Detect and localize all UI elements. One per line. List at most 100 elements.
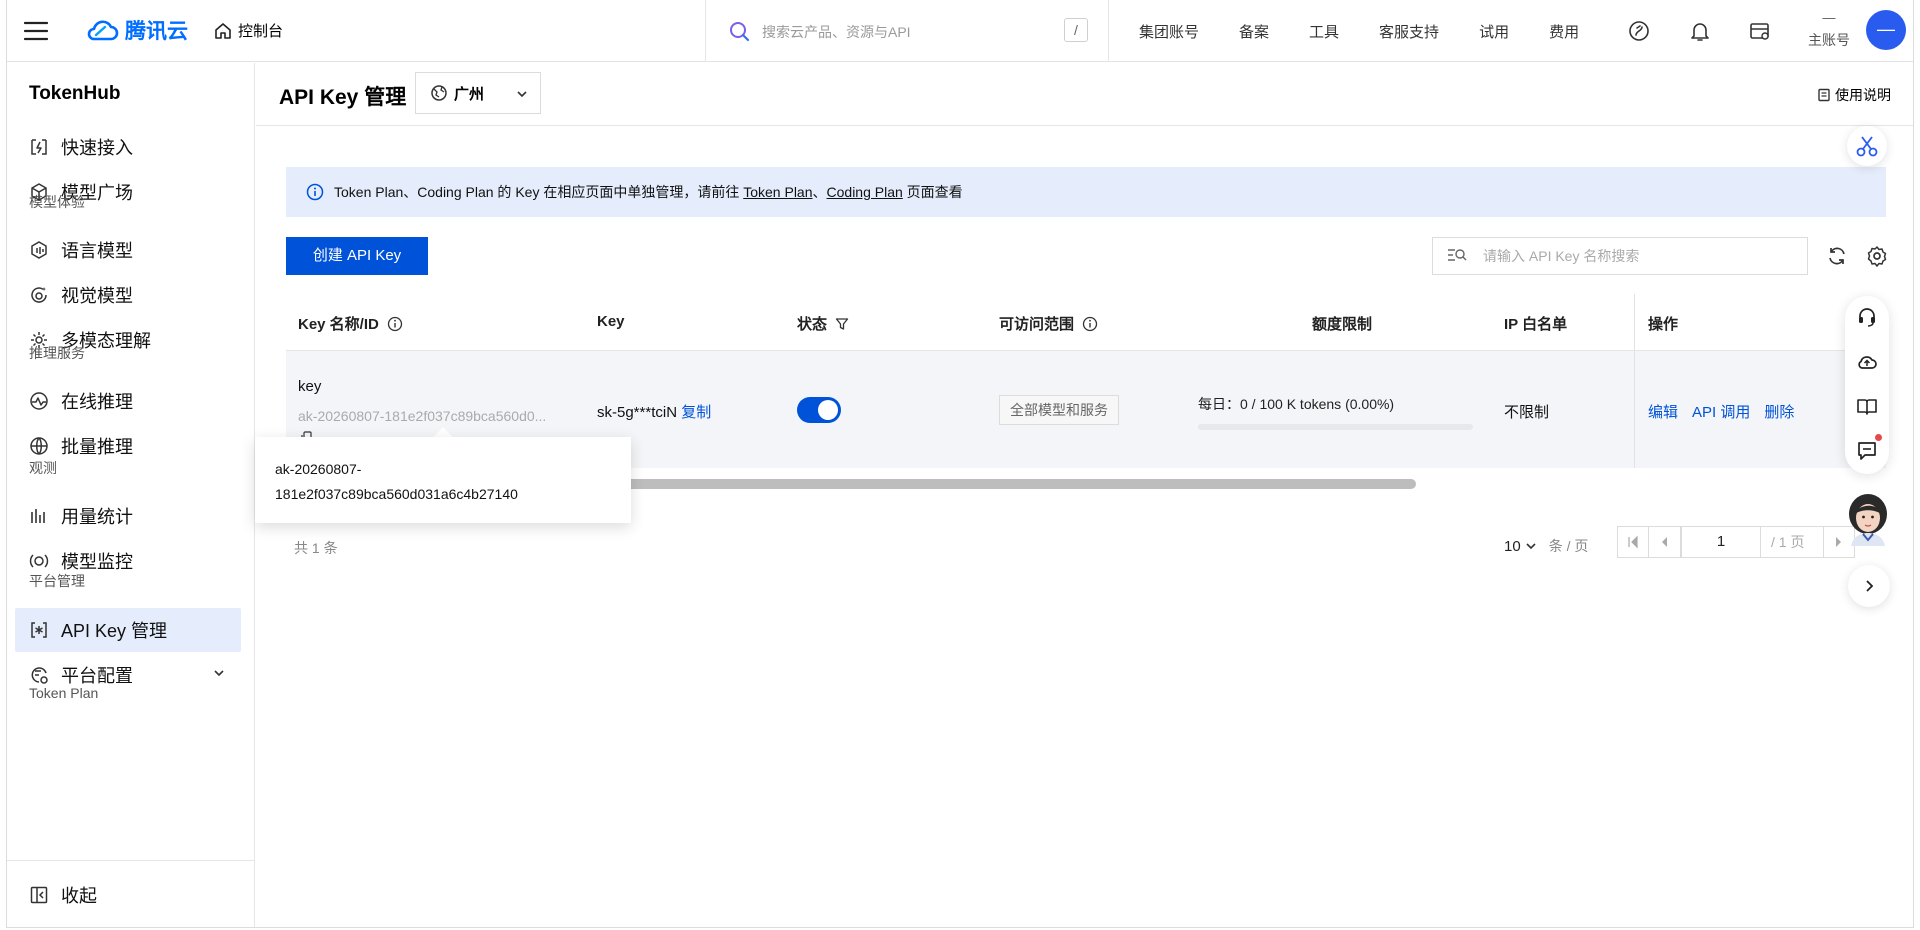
edit-link[interactable]: 编辑 xyxy=(1648,404,1678,421)
notification-dot xyxy=(1875,434,1882,441)
key-id[interactable]: ak-20260807-181e2f037c89bca560d0... xyxy=(298,408,546,424)
order-icon[interactable] xyxy=(1749,20,1771,42)
th-scope: 可访问范围 xyxy=(999,313,1098,334)
tencent-cloud-logo[interactable]: 腾讯云 xyxy=(85,15,188,45)
help-label: 使用说明 xyxy=(1835,87,1891,103)
scope-tag: 全部模型和服务 xyxy=(999,395,1119,425)
global-search[interactable]: 搜索云产品、资源与API / xyxy=(705,0,1109,62)
sidebar: TokenHub 快速接入 模型广场 模型体验 语言模型 视觉模型 多模态理解 … xyxy=(7,63,255,927)
copy-key-link[interactable]: 复制 xyxy=(681,404,711,421)
search-icon xyxy=(728,20,750,42)
info-notice: Token Plan、Coding Plan 的 Key 在相应页面中单独管理，… xyxy=(286,167,1886,217)
nav-group-account[interactable]: 集团账号 xyxy=(1139,21,1199,42)
sidebar-item-label: 用量统计 xyxy=(61,507,133,527)
logo-text: 腾讯云 xyxy=(125,20,188,43)
book-icon[interactable] xyxy=(1856,396,1878,418)
token-plan-link[interactable]: Token Plan xyxy=(743,184,812,200)
quota-progress xyxy=(1198,424,1473,430)
sidebar-item-online-inference[interactable]: 在线推理 xyxy=(15,379,241,423)
nav-support[interactable]: 客服支持 xyxy=(1379,21,1439,42)
ai-assistant-avatar[interactable] xyxy=(1845,492,1891,546)
api-call-link[interactable]: API 调用 xyxy=(1692,404,1750,421)
region-value: 广州 xyxy=(454,85,485,103)
account-dash: — xyxy=(1822,10,1836,25)
region-select[interactable]: 广州 xyxy=(415,72,541,114)
filter-icon[interactable] xyxy=(835,317,849,331)
sidebar-group-inference: 推理服务 xyxy=(29,345,85,361)
top-nav: 集团账号 备案 工具 客服支持 试用 费用 xyxy=(1139,21,1579,42)
avatar[interactable]: — xyxy=(1866,10,1906,50)
sidebar-item-api-key[interactable]: API Key 管理 xyxy=(15,608,241,652)
ops-column-divider xyxy=(1634,294,1635,468)
chevron-down-icon xyxy=(516,88,528,100)
first-page-button[interactable] xyxy=(1617,526,1649,558)
chevron-down-icon xyxy=(1525,540,1537,552)
notice-prefix: Token Plan、Coding Plan 的 Key 在相应页面中单独管理，… xyxy=(334,184,744,200)
sidebar-item-vision-model[interactable]: 视觉模型 xyxy=(15,273,241,317)
th-status-label: 状态 xyxy=(797,316,828,333)
account-label: 主账号 xyxy=(1808,32,1850,48)
th-ip: IP 白名单 xyxy=(1504,313,1567,334)
th-name: Key 名称/ID xyxy=(298,313,403,334)
feedback-icon[interactable] xyxy=(1856,440,1878,462)
filter-search-icon xyxy=(1447,247,1467,265)
search-placeholder: 搜索云产品、资源与API xyxy=(762,24,911,40)
sidebar-item-label: 快速接入 xyxy=(61,138,133,158)
notice-separator: 、 xyxy=(812,184,827,200)
console-link[interactable]: 控制台 xyxy=(214,20,283,41)
nav-billing[interactable]: 费用 xyxy=(1549,21,1579,42)
info-icon[interactable] xyxy=(387,316,403,332)
nav-filing[interactable]: 备案 xyxy=(1239,21,1269,42)
prev-page-button[interactable] xyxy=(1649,526,1681,558)
nav-trial[interactable]: 试用 xyxy=(1479,21,1509,42)
sidebar-item-quick-access[interactable]: 快速接入 xyxy=(15,125,241,169)
collapse-button[interactable]: 收起 xyxy=(15,873,241,917)
create-api-key-button[interactable]: 创建 API Key xyxy=(286,237,428,275)
total-pages: / 1 页 xyxy=(1761,526,1823,558)
account-menu[interactable]: — 主账号 xyxy=(1803,10,1855,50)
key-masked: sk-5g***tciN xyxy=(597,404,678,421)
page-size-value: 10 xyxy=(1504,537,1521,555)
sidebar-item-language-model[interactable]: 语言模型 xyxy=(15,228,241,272)
page-header: API Key 管理 广州 使用说明 xyxy=(256,63,1913,126)
api-key-icon xyxy=(29,620,49,640)
key-name: key xyxy=(298,378,322,395)
info-icon[interactable] xyxy=(1082,316,1098,332)
expand-panel-button[interactable] xyxy=(1848,565,1890,607)
key-value: sk-5g***tciN 复制 xyxy=(597,401,711,422)
bell-icon[interactable] xyxy=(1689,20,1711,42)
sidebar-item-usage[interactable]: 用量统计 xyxy=(15,494,241,538)
collapse-label: 收起 xyxy=(61,886,97,906)
document-icon xyxy=(1817,88,1831,102)
page-size-select[interactable]: 10 条 / 页 xyxy=(1504,536,1588,556)
quota-text: 每日：0 / 100 K tokens (0.00%) xyxy=(1198,396,1395,412)
sidebar-group-observe: 观测 xyxy=(29,460,57,476)
help-link[interactable]: 使用说明 xyxy=(1817,85,1891,105)
vision-model-icon xyxy=(29,285,49,305)
console-label: 控制台 xyxy=(238,23,284,40)
sidebar-title: TokenHub xyxy=(29,83,121,104)
delete-link[interactable]: 删除 xyxy=(1764,404,1794,421)
page-size-unit: 条 / 页 xyxy=(1548,538,1589,554)
th-scope-label: 可访问范围 xyxy=(999,316,1075,333)
nav-tools[interactable]: 工具 xyxy=(1309,21,1339,42)
th-status: 状态 xyxy=(797,313,849,334)
th-quota-label: 额度限制 xyxy=(1312,316,1373,333)
cloud-upload-icon[interactable] xyxy=(1856,351,1878,373)
page-number-input[interactable]: 1 xyxy=(1681,526,1761,558)
menu-icon[interactable] xyxy=(23,18,49,44)
sidebar-footer: 收起 xyxy=(7,860,255,927)
sidebar-item-label: 批量推理 xyxy=(61,437,133,457)
table-header: Key 名称/ID Key 状态 可访问范围 额度限制 IP 白名单 操作 xyxy=(286,294,1886,350)
app-icon[interactable] xyxy=(1628,20,1650,42)
refresh-icon[interactable] xyxy=(1825,244,1849,268)
usage-chart-icon xyxy=(29,506,49,526)
th-ops-label: 操作 xyxy=(1648,316,1679,333)
coding-plan-link[interactable]: Coding Plan xyxy=(827,184,903,200)
customer-service-icon[interactable] xyxy=(1856,306,1878,328)
status-toggle[interactable] xyxy=(797,397,841,423)
scissors-tool-button[interactable] xyxy=(1847,126,1887,166)
settings-gear-icon[interactable] xyxy=(1865,244,1889,268)
api-key-search-input[interactable]: 请输入 API Key 名称搜索 xyxy=(1432,237,1808,275)
platform-config-icon xyxy=(29,665,49,685)
